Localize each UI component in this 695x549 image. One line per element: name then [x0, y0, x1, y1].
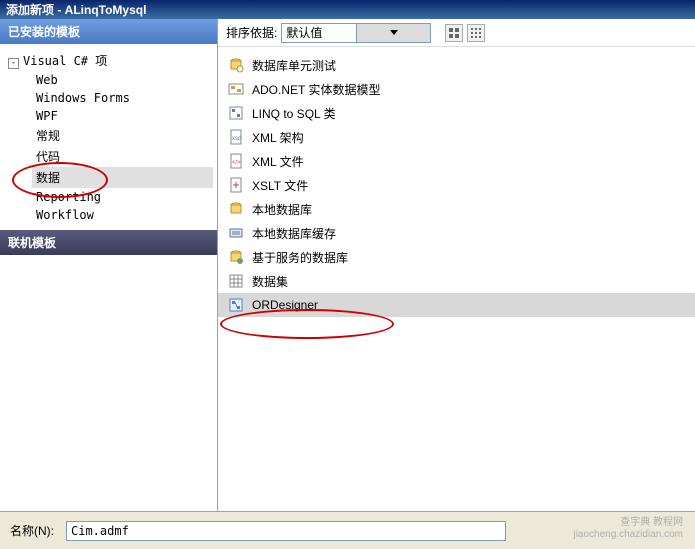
category-tree: -Visual C# 项 Web Windows Forms WPF 常规 代码…	[0, 44, 217, 230]
template-item[interactable]: XSLT 文件	[218, 173, 695, 197]
model-icon	[228, 81, 244, 97]
view-small-icons-button[interactable]	[467, 24, 485, 42]
name-row: 名称(N):	[0, 511, 695, 549]
online-templates-header[interactable]: 联机模板	[0, 230, 217, 255]
template-item[interactable]: LINQ to SQL 类	[218, 101, 695, 125]
template-item-label: 本地数据库缓存	[252, 225, 336, 242]
svg-text:xsd: xsd	[232, 136, 241, 142]
dataset-icon	[228, 273, 244, 289]
localdb-icon	[228, 201, 244, 217]
collapse-icon[interactable]: -	[8, 58, 19, 69]
template-item[interactable]: </> XML 文件	[218, 149, 695, 173]
template-item-label: 数据库单元测试	[252, 57, 336, 74]
tree-item-wpf[interactable]: WPF	[32, 107, 213, 125]
linq-icon	[228, 105, 244, 121]
template-item[interactable]: ORDesigner	[218, 293, 695, 317]
tree-item-workflow[interactable]: Workflow	[32, 206, 213, 224]
template-item-label: LINQ to SQL 类	[252, 105, 336, 122]
sort-by-value: 默认值	[282, 24, 356, 41]
tree-root-label: Visual C# 项	[23, 54, 107, 68]
tree-item-web[interactable]: Web	[32, 71, 213, 89]
template-list-panel: 排序依据: 默认值 数据库单元测试 ADO.NET 实体数据模型 LINQ to S…	[218, 19, 695, 511]
template-list: 数据库单元测试 ADO.NET 实体数据模型 LINQ to SQL 类 xsd XML…	[218, 47, 695, 511]
ord-icon	[228, 297, 244, 313]
xslt-icon	[228, 177, 244, 193]
tree-item-data[interactable]: 数据	[32, 167, 213, 188]
template-item-label: ORDesigner	[252, 298, 318, 312]
tree-item-code[interactable]: 代码	[32, 146, 213, 167]
template-item-label: XML 文件	[252, 153, 304, 170]
template-item-label: XML 架构	[252, 129, 304, 146]
window-titlebar: 添加新项 - ALinqToMysql	[0, 0, 695, 19]
template-item[interactable]: ADO.NET 实体数据模型	[218, 77, 695, 101]
window-title: 添加新项 - ALinqToMysql	[6, 1, 146, 18]
view-medium-icons-button[interactable]	[445, 24, 463, 42]
cache-icon	[228, 225, 244, 241]
sort-by-combo[interactable]: 默认值	[281, 23, 431, 43]
template-item-label: 本地数据库	[252, 201, 312, 218]
template-item[interactable]: 数据集	[218, 269, 695, 293]
template-item-label: XSLT 文件	[252, 177, 308, 194]
db-test-icon	[228, 57, 244, 73]
tree-item-winforms[interactable]: Windows Forms	[32, 89, 213, 107]
tree-root[interactable]: -Visual C# 项	[4, 50, 213, 71]
template-item[interactable]: 数据库单元测试	[218, 53, 695, 77]
list-toolbar: 排序依据: 默认值	[218, 19, 695, 47]
template-item-label: ADO.NET 实体数据模型	[252, 81, 380, 98]
name-label: 名称(N):	[10, 522, 54, 539]
template-item[interactable]: 本地数据库	[218, 197, 695, 221]
tree-item-reporting[interactable]: Reporting	[32, 188, 213, 206]
installed-templates-header: 已安装的模板	[0, 19, 217, 44]
servicedb-icon	[228, 249, 244, 265]
template-item-label: 数据集	[252, 273, 288, 290]
name-input[interactable]	[66, 521, 506, 541]
template-item[interactable]: xsd XML 架构	[218, 125, 695, 149]
template-categories-sidebar: 已安装的模板 -Visual C# 项 Web Windows Forms WP…	[0, 19, 218, 511]
template-item[interactable]: 基于服务的数据库	[218, 245, 695, 269]
sort-by-label: 排序依据:	[226, 24, 277, 41]
svg-text:</>: </>	[232, 160, 241, 166]
dialog-body: 已安装的模板 -Visual C# 项 Web Windows Forms WP…	[0, 19, 695, 511]
xml-icon: </>	[228, 153, 244, 169]
template-item-label: 基于服务的数据库	[252, 249, 348, 266]
dropdown-icon[interactable]	[356, 24, 431, 42]
xsd-icon: xsd	[228, 129, 244, 145]
tree-item-general[interactable]: 常规	[32, 125, 213, 146]
template-item[interactable]: 本地数据库缓存	[218, 221, 695, 245]
